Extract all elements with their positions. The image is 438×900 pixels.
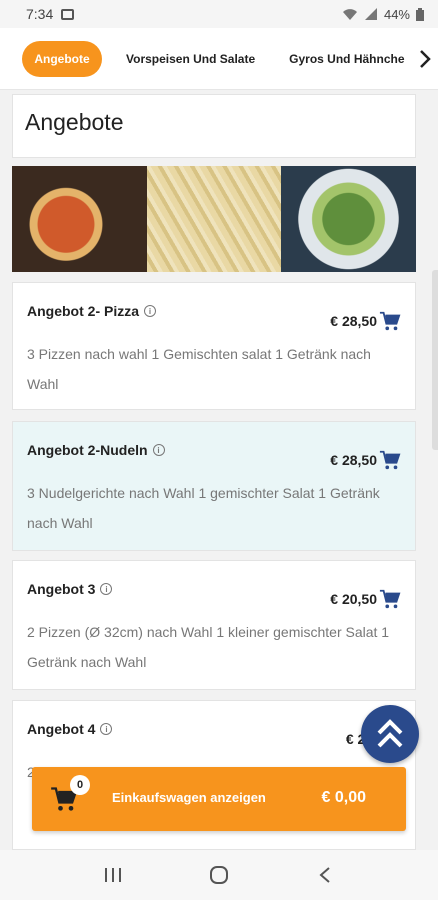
info-icon[interactable]: i (100, 583, 113, 595)
info-icon[interactable]: i (152, 444, 165, 456)
page-title: Angebote (25, 109, 124, 135)
menu-item-card[interactable]: Angebot 2- Pizza i € 28,50 3 Pizzen nach… (12, 282, 416, 410)
item-title: Angebot 2- Pizza (27, 303, 140, 319)
item-price: € 28,50 (330, 313, 377, 329)
battery-icon (416, 7, 424, 21)
item-description: 3 Nudelgerichte nach Wahl 1 gemischter S… (27, 485, 380, 531)
status-left: 7:34 (26, 6, 75, 22)
item-title-row: Angebot 2-Nudeln i (27, 442, 165, 458)
view-cart-button[interactable]: 0 Einkaufswagen anzeigen € 0,00 (32, 767, 406, 831)
double-chevron-up-icon (377, 719, 403, 748)
back-button[interactable] (305, 855, 345, 895)
item-title-row: Angebot 2- Pizza i (27, 303, 157, 319)
status-time: 7:34 (26, 6, 54, 22)
tab-vorspeisen-und-salate[interactable]: Vorspeisen Und Salate (116, 41, 265, 77)
home-button[interactable] (199, 855, 239, 895)
cart-label: Einkaufswagen anzeigen (112, 790, 266, 805)
shopping-cart-icon[interactable] (379, 310, 401, 332)
edge-panel-handle[interactable] (432, 270, 438, 450)
scroll-to-top-button[interactable] (361, 705, 419, 763)
category-tabs: Angebote Vorspeisen Und Salate Gyros Und… (0, 28, 438, 90)
info-icon[interactable]: i (100, 723, 113, 735)
item-title-row: Angebot 4 i (27, 721, 113, 737)
back-icon (319, 867, 330, 883)
item-description: 2 Pizzen (Ø 32cm) nach Wahl 1 kleiner ge… (27, 624, 390, 670)
salad-image (281, 166, 417, 272)
shopping-cart-icon[interactable] (379, 449, 401, 471)
category-banner (12, 166, 417, 272)
battery-percent: 44% (383, 6, 410, 22)
status-bar: 7:34 44% (0, 0, 438, 28)
gallery-notification-icon (61, 8, 75, 20)
pizza-image (12, 166, 147, 272)
shopping-cart-icon[interactable] (379, 588, 401, 610)
item-price: € 28,50 (330, 452, 377, 468)
status-right: 44% (342, 7, 424, 22)
cart-total: € 0,00 (321, 789, 366, 806)
wifi-icon (342, 9, 357, 20)
tabs-next-button[interactable] (412, 28, 438, 89)
recent-apps-button[interactable] (93, 855, 133, 895)
tab-angebote[interactable]: Angebote (22, 40, 102, 77)
menu-item-card[interactable]: Angebot 2-Nudeln i € 28,50 3 Nudelgerich… (12, 421, 416, 551)
item-title: Angebot 2-Nudeln (27, 442, 148, 458)
pasta-image (146, 166, 282, 272)
menu-item-card[interactable]: Angebot 3 i € 20,50 2 Pizzen (Ø 32cm) na… (12, 560, 416, 690)
item-title-row: Angebot 3 i (27, 581, 113, 597)
tab-gyros-und-haehnchen[interactable]: Gyros Und Hähnche (279, 41, 414, 77)
item-description: 3 Pizzen nach wahl 1 Gemischten salat 1 … (27, 346, 371, 392)
recent-apps-icon (105, 868, 121, 882)
section-heading-card: Angebote (12, 94, 416, 158)
item-price: € 20,50 (330, 591, 377, 607)
item-title: Angebot 4 (27, 721, 96, 737)
signal-icon (364, 8, 377, 20)
item-title: Angebot 3 (27, 581, 96, 597)
system-navigation-bar (0, 850, 438, 900)
cart-count-badge: 0 (70, 775, 90, 795)
home-icon (210, 866, 228, 884)
chevron-right-icon (420, 50, 431, 68)
info-icon[interactable]: i (144, 305, 157, 317)
